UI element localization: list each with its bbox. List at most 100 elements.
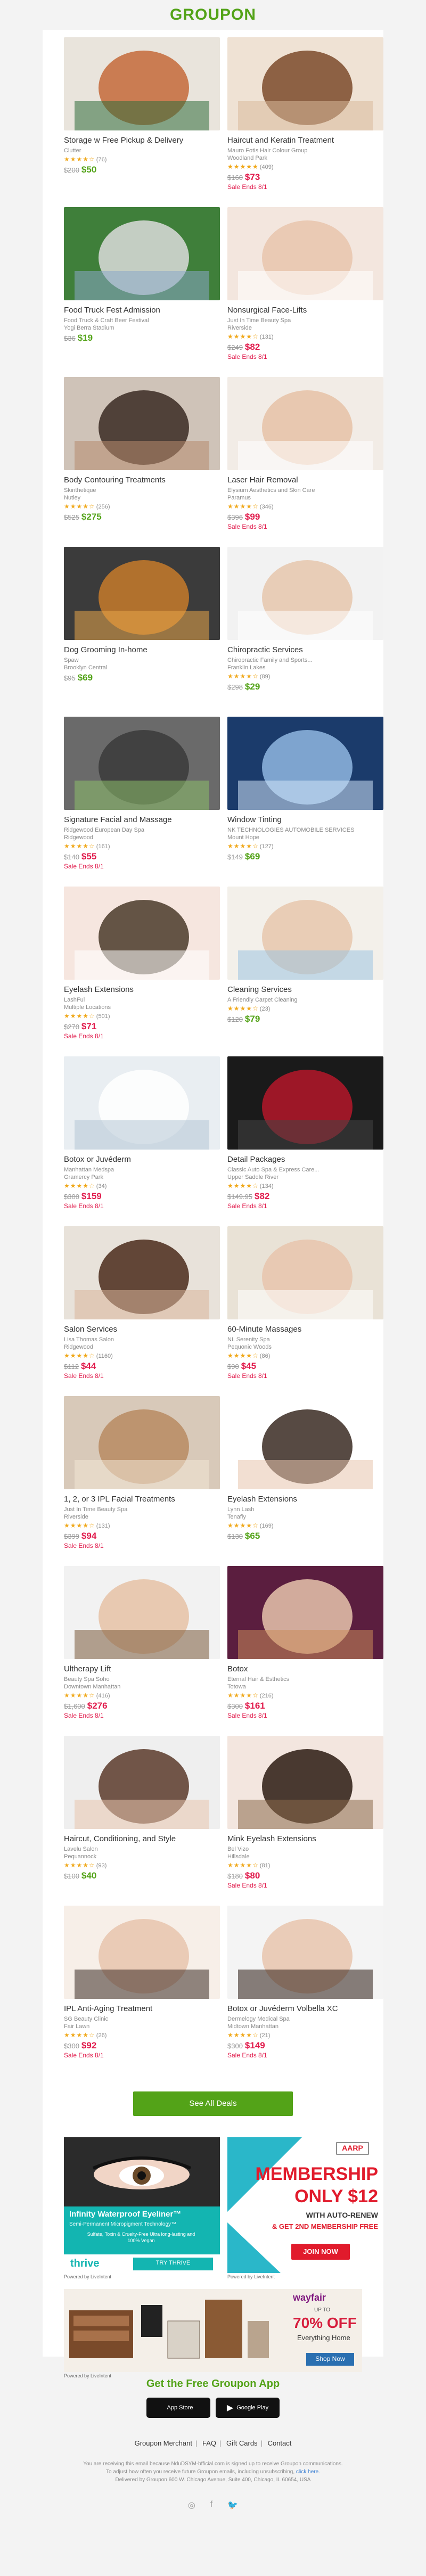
deal-title[interactable]: Food Truck Fest Admission <box>64 306 220 315</box>
facial-photo[interactable] <box>227 207 383 300</box>
deal-title[interactable]: Storage w Free Pickup & Delivery <box>64 136 220 145</box>
wayfair-ad[interactable]: wayfair UP TO 70% OFF Everything Home Sh… <box>64 2289 362 2380</box>
footer-link-faq[interactable]: FAQ <box>202 2439 216 2447</box>
deal-rating: ★★★★☆ (131) <box>64 1522 220 1530</box>
deal-card[interactable]: Eyelash Extensions LashFul Multiple Locati… <box>64 887 220 1056</box>
couple-photo[interactable] <box>64 1566 220 1659</box>
botox-photo[interactable] <box>227 1566 383 1659</box>
deal-card[interactable]: Cleaning Services A Friendly Carpet Clean… <box>227 887 383 1056</box>
deal-title[interactable]: Signature Facial and Massage <box>64 815 220 825</box>
haircut-photo[interactable] <box>64 1736 220 1829</box>
deal-title[interactable]: Window Tinting <box>227 815 383 825</box>
deal-title[interactable]: IPL Anti-Aging Treatment <box>64 2004 220 2014</box>
deal-card[interactable]: Haircut, Conditioning, and Style Lavelu S… <box>64 1736 220 1906</box>
stadium-photo[interactable] <box>64 207 220 300</box>
deal-title[interactable]: Botox or Juvéderm Volbella XC <box>227 2004 383 2014</box>
unsubscribe-link[interactable]: click here. <box>296 2469 320 2475</box>
deal-card[interactable]: Mink Eyelash Extensions Bel Vizo Hillsdale… <box>227 1736 383 1906</box>
footer-link-contact[interactable]: Contact <box>268 2439 292 2447</box>
deal-title[interactable]: 1, 2, or 3 IPL Facial Treatments <box>64 1495 220 1504</box>
dog-photo[interactable] <box>64 547 220 640</box>
chiro-photo[interactable] <box>227 547 383 640</box>
deal-title[interactable]: Haircut and Keratin Treatment <box>227 136 383 145</box>
google-play-badge[interactable]: ▶ Google Play <box>216 2398 280 2418</box>
review-count: (76) <box>96 157 107 163</box>
deal-location: Mount Hope <box>227 834 259 841</box>
volbella-photo[interactable] <box>227 1906 383 1999</box>
massage-photo[interactable] <box>227 1226 383 1319</box>
deal-card[interactable]: Chiropractic Services Chiropractic Family… <box>227 547 383 717</box>
deal-merchant: Chiropractic Family and Sports... <box>227 657 313 663</box>
twitter-icon[interactable]: 🐦 <box>227 2500 238 2511</box>
storage-photo[interactable] <box>64 37 220 130</box>
deal-title[interactable]: Dog Grooming In-home <box>64 645 220 655</box>
facebook-icon[interactable]: f <box>210 2500 212 2511</box>
deal-card[interactable]: IPL Anti-Aging Treatment SG Beauty Clinic… <box>64 1906 220 2075</box>
car-interior-photo[interactable] <box>227 1056 383 1150</box>
footer-link-gift-cards[interactable]: Gift Cards <box>226 2439 258 2447</box>
deal-title[interactable]: Eyelash Extensions <box>227 1495 383 1504</box>
deal-title[interactable]: Botox <box>227 1664 383 1674</box>
deal-title[interactable]: Salon Services <box>64 1325 220 1334</box>
wayfair-cta[interactable]: Shop Now <box>306 2355 354 2362</box>
deal-card[interactable]: Dog Grooming In-home Spaw Brooklyn Central… <box>64 547 220 717</box>
deal-title[interactable]: Chiropractic Services <box>227 645 383 655</box>
deal-rating: ★★★★☆ (127) <box>227 842 383 850</box>
deal-title[interactable]: Haircut, Conditioning, and Style <box>64 1834 220 1844</box>
powered-by-label: Powered by LiveIntent <box>64 2274 112 2279</box>
dayspa-photo[interactable] <box>64 717 220 810</box>
footer-link-merchant[interactable]: Groupon Merchant <box>135 2439 192 2447</box>
deal-card[interactable]: Signature Facial and Massage Ridgewood Eu… <box>64 717 220 887</box>
deal-title[interactable]: 60-Minute Massages <box>227 1325 383 1334</box>
deal-card[interactable]: Detail Packages Classic Auto Spa & Expres… <box>227 1056 383 1226</box>
family-photo[interactable] <box>227 887 383 980</box>
legs-photo[interactable] <box>227 377 383 470</box>
deal-title[interactable]: Detail Packages <box>227 1155 383 1164</box>
deal-card[interactable]: Botox or Juvéderm Volbella XC Dermelogy M… <box>227 1906 383 2075</box>
instagram-icon[interactable]: ◎ <box>188 2500 195 2511</box>
deal-card[interactable]: Nonsurgical Face-Lifts Just In Time Beaut… <box>227 207 383 377</box>
aarp-cta[interactable]: JOIN NOW <box>291 2247 350 2255</box>
deal-card[interactable]: Body Contouring Treatments Skinthetique Nu… <box>64 377 220 547</box>
deal-title[interactable]: Ultherapy Lift <box>64 1664 220 1674</box>
deal-card[interactable]: Ultherapy Lift Beauty Spa Soho Downtown Ma… <box>64 1566 220 1736</box>
deal-price: $298 $29 <box>227 682 383 693</box>
salon-photo[interactable] <box>64 1226 220 1319</box>
deal-card[interactable]: 60-Minute Massages NL Serenity Spa Pequoni… <box>227 1226 383 1396</box>
deal-card[interactable]: Food Truck Fest Admission Food Truck & Cr… <box>64 207 220 377</box>
mink-lash-photo[interactable] <box>227 1736 383 1829</box>
deal-card[interactable]: Botox Eternal Hair & Esthetics Totowa ★★★★☆… <box>227 1566 383 1736</box>
deal-title[interactable]: Botox or Juvéderm <box>64 1155 220 1164</box>
deal-card[interactable]: Haircut and Keratin Treatment Mauro Fotis… <box>227 37 383 207</box>
antiaging-photo[interactable] <box>64 1906 220 1999</box>
deal-title[interactable]: Mink Eyelash Extensions <box>227 1834 383 1844</box>
car-photo[interactable] <box>227 717 383 810</box>
deal-card[interactable]: Laser Hair Removal Elysium Aesthetics and… <box>227 377 383 547</box>
clinic-photo[interactable] <box>64 1056 220 1150</box>
deal-merchant: Classic Auto Spa & Express Care... <box>227 1167 320 1173</box>
thrive-ad[interactable]: Infinity Waterproof Eyeliner™ Semi-Perma… <box>64 2137 220 2279</box>
body-photo[interactable] <box>64 377 220 470</box>
deal-card[interactable]: Window Tinting NK TECHNOLOGIES AUTOMOBILE… <box>227 717 383 887</box>
ipl-photo[interactable] <box>64 1396 220 1489</box>
deal-title[interactable]: Cleaning Services <box>227 985 383 995</box>
deal-card[interactable]: Storage w Free Pickup & Delivery Clutter ★… <box>64 37 220 207</box>
aarp-ad[interactable]: AARP MEMBERSHIP ONLY $12 WITH AUTO-RENEW… <box>227 2137 383 2279</box>
deal-card[interactable]: Eyelash Extensions Lynn Lash Tenafly ★★★★☆(… <box>227 1396 383 1566</box>
deal-card[interactable]: Botox or Juvéderm Manhattan Medspa Gramerc… <box>64 1056 220 1226</box>
deal-title[interactable]: Body Contouring Treatments <box>64 475 220 485</box>
deal-card[interactable]: 1, 2, or 3 IPL Facial Treatments Just In … <box>64 1396 220 1566</box>
app-store-badge[interactable]: App Store <box>146 2398 210 2418</box>
deal-card[interactable]: Salon Services Lisa Thomas Salon Ridgewood… <box>64 1226 220 1396</box>
thrive-brand: thrive <box>70 2258 100 2269</box>
deal-title[interactable]: Nonsurgical Face-Lifts <box>227 306 383 315</box>
see-all-deals-button[interactable]: See All Deals <box>133 2091 293 2116</box>
lash-woman-photo[interactable] <box>227 1396 383 1489</box>
app-promo-title[interactable]: Get the Free Groupon App <box>0 2378 426 2390</box>
groupon-logo[interactable]: GROUPON <box>170 6 256 24</box>
hair-photo[interactable] <box>227 37 383 130</box>
thrive-cta[interactable]: TRY THRIVE <box>133 2260 213 2266</box>
deal-title[interactable]: Eyelash Extensions <box>64 985 220 995</box>
eye-photo[interactable] <box>64 887 220 980</box>
deal-title[interactable]: Laser Hair Removal <box>227 475 383 485</box>
